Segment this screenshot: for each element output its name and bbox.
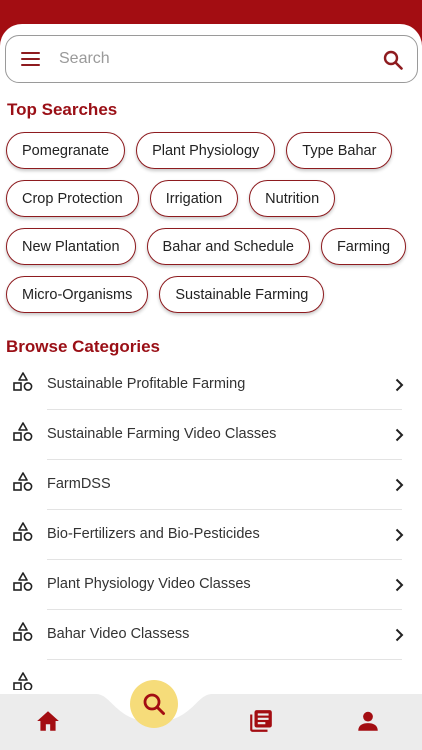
shapes-icon	[13, 472, 33, 491]
library-icon[interactable]	[248, 708, 274, 734]
search-input[interactable]	[59, 50, 379, 68]
profile-icon[interactable]	[355, 708, 381, 734]
search-icon[interactable]	[383, 50, 403, 70]
chevron-right-icon	[395, 378, 404, 392]
search-icon	[143, 693, 165, 715]
category-label: Plant Physiology Video Classes	[47, 576, 251, 592]
top-searches-title: Top Searches	[7, 100, 118, 119]
main-sheet: Top Searches Pomegranate Plant Physiolog…	[0, 24, 422, 750]
shapes-icon	[13, 422, 33, 441]
chevron-right-icon	[395, 428, 404, 442]
chip-micro-organisms[interactable]: Micro-Organisms	[6, 276, 149, 313]
category-label: FarmDSS	[47, 476, 111, 492]
list-item-category[interactable]: FarmDSS	[0, 460, 422, 510]
list-item-category-partial[interactable]	[0, 660, 422, 690]
chip-type-bahar[interactable]: Type Bahar	[286, 132, 393, 169]
chip-new-plantation[interactable]: New Plantation	[6, 228, 136, 265]
category-label: Bio-Fertilizers and Bio-Pesticides	[47, 526, 260, 542]
chevron-right-icon	[395, 628, 404, 642]
bottom-nav	[0, 680, 422, 750]
chip-bahar-and-schedule[interactable]: Bahar and Schedule	[146, 228, 310, 265]
search-tab-button[interactable]	[130, 680, 178, 728]
chevron-right-icon	[395, 478, 404, 492]
chip-sustainable-farming[interactable]: Sustainable Farming	[159, 276, 325, 313]
chip-farming[interactable]: Farming	[320, 228, 407, 265]
shapes-icon	[13, 522, 33, 541]
chevron-right-icon	[395, 528, 404, 542]
chip-nutrition[interactable]: Nutrition	[249, 180, 336, 217]
home-icon[interactable]	[35, 708, 61, 734]
shapes-icon	[13, 672, 33, 690]
list-item-category[interactable]: Sustainable Profitable Farming	[0, 360, 422, 410]
chevron-right-icon	[395, 578, 404, 592]
chip-plant-physiology[interactable]: Plant Physiology	[136, 132, 276, 169]
category-label: Bahar Video Classess	[47, 626, 190, 642]
browse-categories-title: Browse Categories	[6, 337, 160, 356]
shapes-icon	[13, 572, 33, 591]
search-bar[interactable]	[5, 35, 418, 83]
shapes-icon	[13, 372, 33, 391]
menu-icon[interactable]	[21, 52, 40, 67]
category-label: Sustainable Farming Video Classes	[47, 426, 277, 442]
list-item-category[interactable]: Plant Physiology Video Classes	[0, 560, 422, 610]
shapes-icon	[13, 622, 33, 641]
list-item-category[interactable]: Bio-Fertilizers and Bio-Pesticides	[0, 510, 422, 560]
list-item-category[interactable]: Sustainable Farming Video Classes	[0, 410, 422, 460]
category-list: Sustainable Profitable Farming Sustainab…	[0, 360, 422, 690]
chip-irrigation[interactable]: Irrigation	[149, 180, 239, 217]
chip-crop-protection[interactable]: Crop Protection	[6, 180, 139, 217]
category-label: Sustainable Profitable Farming	[47, 376, 246, 392]
top-searches-chips: Pomegranate Plant Physiology Type Bahar …	[6, 132, 416, 324]
list-item-category[interactable]: Bahar Video Classess	[0, 610, 422, 660]
chip-pomegranate[interactable]: Pomegranate	[6, 132, 126, 169]
